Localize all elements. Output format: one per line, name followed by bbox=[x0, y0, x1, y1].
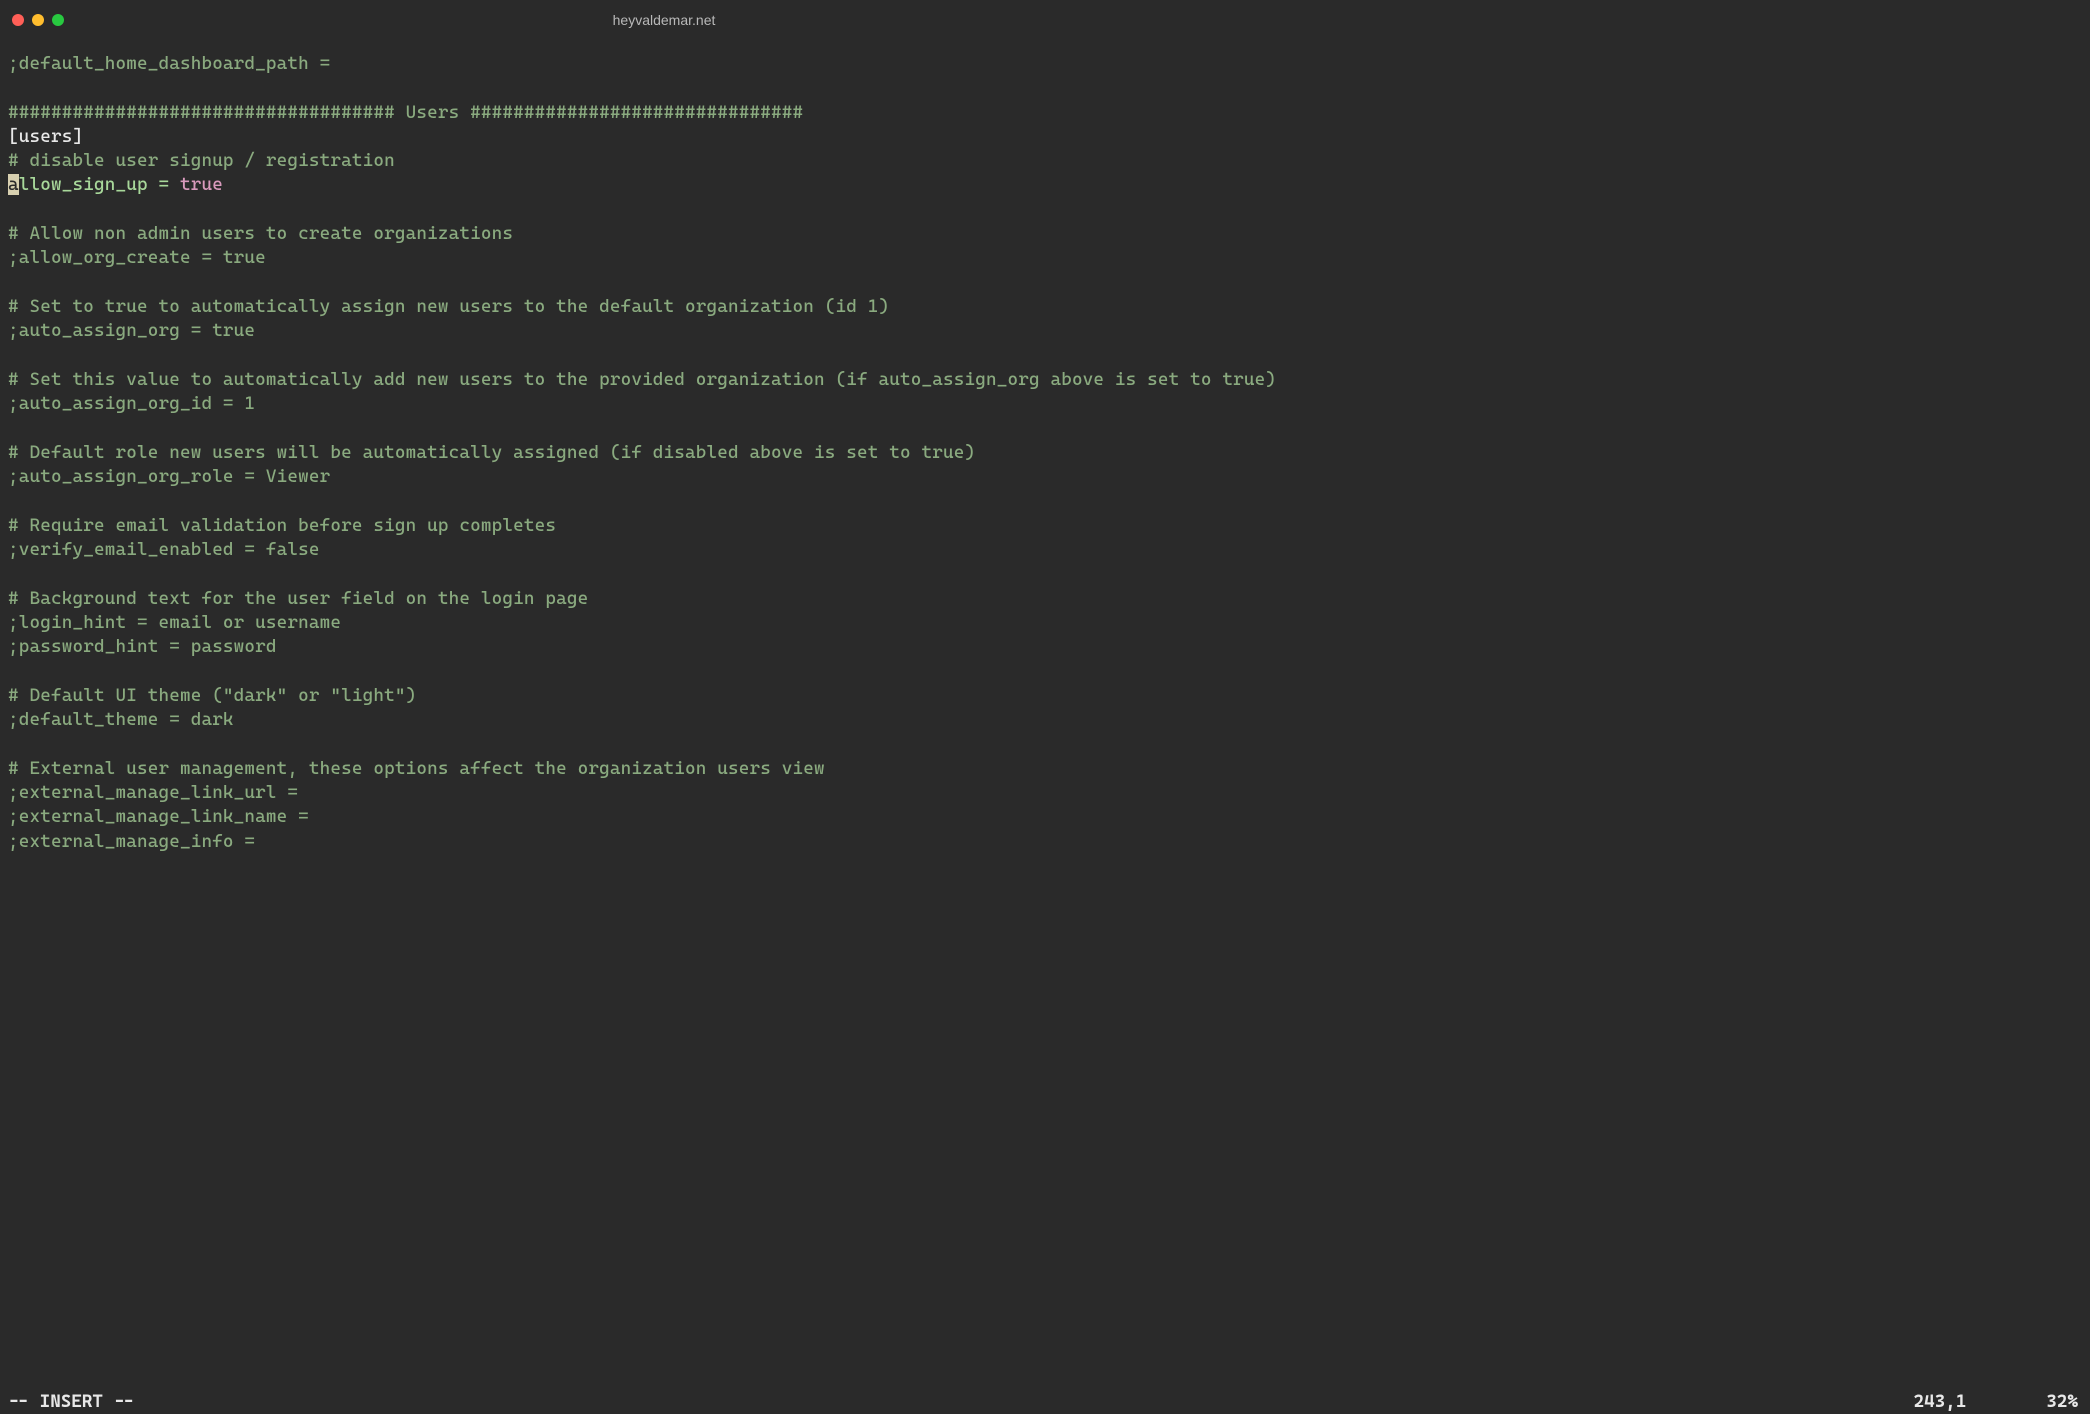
editor-area[interactable]: ;default_home_dashboard_path = #########… bbox=[0, 40, 1328, 866]
editor-line: # Set this value to automatically add ne… bbox=[8, 368, 1320, 392]
editor-line: # Default role new users will be automat… bbox=[8, 441, 1320, 465]
editor-line bbox=[8, 489, 1320, 513]
editor-line: ;external_manage_info = bbox=[8, 830, 1320, 854]
cursor: a bbox=[8, 174, 19, 195]
editor-line: # Require email validation before sign u… bbox=[8, 514, 1320, 538]
editor-line: ;password_hint = password bbox=[8, 635, 1320, 659]
maximize-button[interactable] bbox=[52, 14, 64, 26]
editor-line: #################################### Use… bbox=[8, 101, 1320, 125]
scroll-percent: 32% bbox=[2046, 1391, 2078, 1412]
vim-mode: -- INSERT -- bbox=[8, 1391, 1914, 1412]
vim-status-bar: -- INSERT -- 243,1 32% bbox=[0, 1389, 2090, 1414]
editor-line bbox=[8, 344, 1320, 368]
editor-line bbox=[8, 659, 1320, 683]
editor-line: ;auto_assign_org = true bbox=[8, 319, 1320, 343]
close-button[interactable] bbox=[12, 14, 24, 26]
editor-line: # Default UI theme ("dark" or "light") bbox=[8, 684, 1320, 708]
editor-line: # disable user signup / registration bbox=[8, 149, 1320, 173]
editor-line: ;auto_assign_org_role = Viewer bbox=[8, 465, 1320, 489]
window-title: heyvaldemar.net bbox=[613, 12, 716, 28]
traffic-lights bbox=[12, 14, 64, 26]
editor-line: # Set to true to automatically assign ne… bbox=[8, 295, 1320, 319]
editor-line: ;default_home_dashboard_path = bbox=[8, 52, 1320, 76]
editor-line bbox=[8, 416, 1320, 440]
editor-line: ;external_manage_link_url = bbox=[8, 781, 1320, 805]
cursor-position: 243,1 bbox=[1914, 1391, 1967, 1412]
minimize-button[interactable] bbox=[32, 14, 44, 26]
editor-line: ;verify_email_enabled = false bbox=[8, 538, 1320, 562]
window-titlebar: heyvaldemar.net bbox=[0, 0, 1328, 40]
editor-line bbox=[8, 732, 1320, 756]
editor-line bbox=[8, 562, 1320, 586]
editor-line: allow_sign_up = true bbox=[8, 173, 1320, 197]
editor-line: ;external_manage_link_name = bbox=[8, 805, 1320, 829]
editor-line: ;auto_assign_org_id = 1 bbox=[8, 392, 1320, 416]
editor-line bbox=[8, 76, 1320, 100]
editor-line: # Background text for the user field on … bbox=[8, 587, 1320, 611]
editor-line: ;login_hint = email or username bbox=[8, 611, 1320, 635]
editor-line: ;default_theme = dark bbox=[8, 708, 1320, 732]
editor-line: # External user management, these option… bbox=[8, 757, 1320, 781]
editor-line: # Allow non admin users to create organi… bbox=[8, 222, 1320, 246]
editor-line: [users] bbox=[8, 125, 1320, 149]
editor-line bbox=[8, 271, 1320, 295]
editor-line: ;allow_org_create = true bbox=[8, 246, 1320, 270]
editor-line bbox=[8, 198, 1320, 222]
